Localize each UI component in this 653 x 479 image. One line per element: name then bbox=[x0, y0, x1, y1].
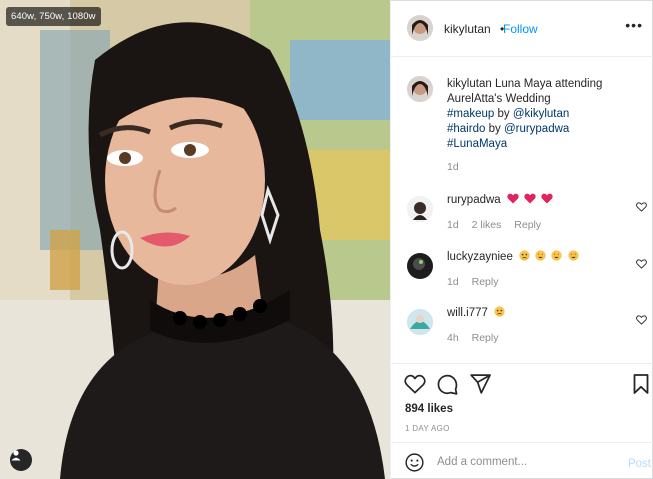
caption-username[interactable]: kikylutan bbox=[447, 78, 492, 90]
commenter-avatar[interactable] bbox=[407, 309, 433, 335]
worried-face-icon bbox=[519, 250, 530, 261]
like-comment-heart-icon[interactable] bbox=[636, 202, 647, 212]
commenter-username[interactable]: will.i777 bbox=[447, 307, 488, 319]
post-date[interactable]: 1 DAY AGO bbox=[405, 424, 450, 433]
comment-input[interactable] bbox=[437, 456, 617, 468]
image-size-badge: 640w, 750w, 1080w bbox=[6, 7, 101, 26]
mention-kikylutan[interactable]: @kikylutan bbox=[513, 108, 569, 120]
comment-emojis bbox=[507, 193, 555, 206]
star-struck-icon bbox=[568, 250, 579, 261]
comment-item: luckyzayniee 1d Reply bbox=[407, 250, 647, 300]
hashtag-makeup[interactable]: #makeup bbox=[447, 108, 494, 120]
caption-by: by bbox=[497, 108, 510, 120]
comment-age[interactable]: 4h bbox=[447, 332, 459, 344]
comment-meta: 4h Reply bbox=[447, 332, 508, 344]
like-heart-icon[interactable] bbox=[404, 374, 426, 394]
portrait-illustration bbox=[0, 0, 390, 479]
likes-count[interactable]: 894 likes bbox=[405, 403, 453, 415]
add-comment-bar: Post bbox=[391, 442, 653, 479]
commenter-username[interactable]: rurypadwa bbox=[447, 194, 501, 206]
user-icon bbox=[11, 450, 21, 461]
comment-emojis bbox=[519, 250, 581, 263]
post-photo[interactable]: 640w, 750w, 1080w bbox=[0, 0, 390, 479]
hashtag-lunamaya[interactable]: #LunaMaya bbox=[447, 138, 507, 150]
like-comment-heart-icon[interactable] bbox=[636, 259, 647, 269]
comment-item: will.i777 4h Reply bbox=[407, 306, 647, 356]
worried-face-icon bbox=[494, 306, 505, 317]
avatar-image bbox=[407, 196, 433, 222]
like-comment-heart-icon[interactable] bbox=[636, 315, 647, 325]
save-bookmark-icon[interactable] bbox=[633, 374, 649, 394]
caption-age[interactable]: 1d bbox=[447, 161, 459, 173]
reply-button[interactable]: Reply bbox=[472, 276, 499, 288]
avatar-image bbox=[407, 253, 433, 279]
post-comment-button[interactable]: Post bbox=[628, 458, 651, 470]
share-icon[interactable] bbox=[470, 374, 491, 394]
red-heart-icon bbox=[541, 193, 553, 204]
comment-meta: 1d Reply bbox=[447, 276, 508, 288]
comment-age[interactable]: 1d bbox=[447, 219, 459, 231]
mention-rurypadwa[interactable]: @rurypadwa bbox=[504, 123, 569, 135]
star-struck-icon bbox=[551, 250, 563, 261]
emoji-picker-icon[interactable] bbox=[405, 453, 424, 472]
author-avatar[interactable] bbox=[407, 15, 433, 41]
star-struck-icon bbox=[535, 250, 546, 261]
caption-avatar[interactable] bbox=[407, 76, 433, 102]
avatar-image bbox=[407, 76, 433, 102]
reply-button[interactable]: Reply bbox=[514, 219, 541, 231]
caption-text: kikylutan Luna Maya attending AurelAtta'… bbox=[447, 77, 647, 152]
comment-text: rurypadwa bbox=[447, 193, 555, 206]
comment-age[interactable]: 1d bbox=[447, 276, 459, 288]
comment-text: will.i777 bbox=[447, 306, 507, 319]
author-username[interactable]: kikylutan bbox=[444, 22, 491, 36]
caption-by: by bbox=[488, 123, 501, 135]
avatar-image bbox=[407, 15, 433, 41]
comment-text: luckyzayniee bbox=[447, 250, 581, 263]
reply-button[interactable]: Reply bbox=[472, 332, 499, 344]
red-heart-icon bbox=[507, 193, 519, 204]
hashtag-hairdo[interactable]: #hairdo bbox=[447, 123, 485, 135]
comment-likes[interactable]: 2 likes bbox=[472, 219, 502, 231]
post-sidebar: kikylutan • Follow ••• kikylutan Luna Ma… bbox=[390, 0, 653, 479]
commenter-username[interactable]: luckyzayniee bbox=[447, 251, 513, 263]
comment-item: rurypadwa 1d 2 likes Reply bbox=[407, 193, 647, 243]
tagged-users-button[interactable] bbox=[10, 449, 32, 471]
avatar-image bbox=[407, 309, 433, 335]
post-actions: 894 likes 1 DAY AGO bbox=[391, 363, 653, 443]
commenter-avatar[interactable] bbox=[407, 253, 433, 279]
comment-bubble-icon[interactable] bbox=[437, 374, 458, 395]
red-heart-icon bbox=[524, 193, 536, 204]
comment-emojis bbox=[494, 306, 507, 319]
follow-button[interactable]: Follow bbox=[503, 22, 538, 36]
more-options-icon[interactable]: ••• bbox=[625, 17, 643, 33]
comment-meta: 1d 2 likes Reply bbox=[447, 219, 551, 231]
post-header: kikylutan • Follow ••• bbox=[391, 0, 653, 57]
commenter-avatar[interactable] bbox=[407, 196, 433, 222]
